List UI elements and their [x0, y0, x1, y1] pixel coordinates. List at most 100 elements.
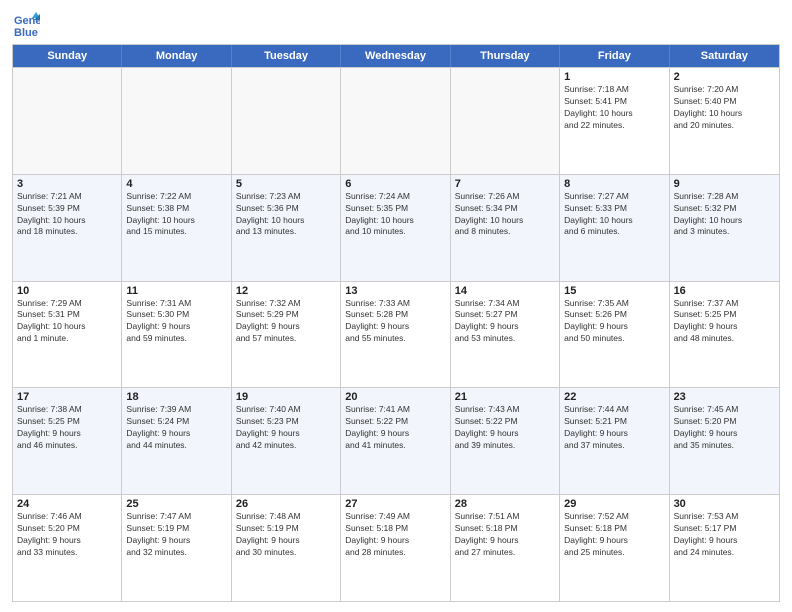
day-info: Sunrise: 7:38 AM Sunset: 5:25 PM Dayligh…: [17, 404, 117, 452]
calendar-cell: [341, 68, 450, 174]
weekday-header: Friday: [560, 45, 669, 67]
day-number: 29: [564, 498, 664, 510]
day-number: 13: [345, 285, 445, 297]
day-info: Sunrise: 7:24 AM Sunset: 5:35 PM Dayligh…: [345, 191, 445, 239]
page: General Blue SundayMondayTuesdayWednesda…: [0, 0, 792, 612]
day-number: 9: [674, 178, 775, 190]
calendar-cell: 7Sunrise: 7:26 AM Sunset: 5:34 PM Daylig…: [451, 175, 560, 281]
calendar-cell: 8Sunrise: 7:27 AM Sunset: 5:33 PM Daylig…: [560, 175, 669, 281]
day-info: Sunrise: 7:35 AM Sunset: 5:26 PM Dayligh…: [564, 298, 664, 346]
calendar-cell: 21Sunrise: 7:43 AM Sunset: 5:22 PM Dayli…: [451, 388, 560, 494]
day-number: 6: [345, 178, 445, 190]
calendar-cell: 30Sunrise: 7:53 AM Sunset: 5:17 PM Dayli…: [670, 495, 779, 601]
day-info: Sunrise: 7:18 AM Sunset: 5:41 PM Dayligh…: [564, 84, 664, 132]
day-number: 11: [126, 285, 226, 297]
calendar-cell: 9Sunrise: 7:28 AM Sunset: 5:32 PM Daylig…: [670, 175, 779, 281]
weekday-header: Sunday: [13, 45, 122, 67]
day-info: Sunrise: 7:21 AM Sunset: 5:39 PM Dayligh…: [17, 191, 117, 239]
day-number: 23: [674, 391, 775, 403]
calendar-cell: 24Sunrise: 7:46 AM Sunset: 5:20 PM Dayli…: [13, 495, 122, 601]
day-info: Sunrise: 7:37 AM Sunset: 5:25 PM Dayligh…: [674, 298, 775, 346]
day-info: Sunrise: 7:32 AM Sunset: 5:29 PM Dayligh…: [236, 298, 336, 346]
calendar-cell: 26Sunrise: 7:48 AM Sunset: 5:19 PM Dayli…: [232, 495, 341, 601]
day-number: 2: [674, 71, 775, 83]
day-info: Sunrise: 7:41 AM Sunset: 5:22 PM Dayligh…: [345, 404, 445, 452]
day-info: Sunrise: 7:29 AM Sunset: 5:31 PM Dayligh…: [17, 298, 117, 346]
day-info: Sunrise: 7:39 AM Sunset: 5:24 PM Dayligh…: [126, 404, 226, 452]
day-info: Sunrise: 7:47 AM Sunset: 5:19 PM Dayligh…: [126, 511, 226, 559]
calendar-cell: [13, 68, 122, 174]
day-number: 21: [455, 391, 555, 403]
calendar-cell: 5Sunrise: 7:23 AM Sunset: 5:36 PM Daylig…: [232, 175, 341, 281]
day-number: 4: [126, 178, 226, 190]
day-info: Sunrise: 7:31 AM Sunset: 5:30 PM Dayligh…: [126, 298, 226, 346]
weekday-header: Tuesday: [232, 45, 341, 67]
calendar-cell: 3Sunrise: 7:21 AM Sunset: 5:39 PM Daylig…: [13, 175, 122, 281]
weekday-header: Wednesday: [341, 45, 450, 67]
calendar-cell: 15Sunrise: 7:35 AM Sunset: 5:26 PM Dayli…: [560, 282, 669, 388]
day-number: 24: [17, 498, 117, 510]
calendar-cell: 17Sunrise: 7:38 AM Sunset: 5:25 PM Dayli…: [13, 388, 122, 494]
calendar-row: 24Sunrise: 7:46 AM Sunset: 5:20 PM Dayli…: [13, 494, 779, 601]
calendar-cell: 6Sunrise: 7:24 AM Sunset: 5:35 PM Daylig…: [341, 175, 450, 281]
calendar-cell: [122, 68, 231, 174]
calendar-cell: 29Sunrise: 7:52 AM Sunset: 5:18 PM Dayli…: [560, 495, 669, 601]
calendar-cell: 25Sunrise: 7:47 AM Sunset: 5:19 PM Dayli…: [122, 495, 231, 601]
calendar-cell: 1Sunrise: 7:18 AM Sunset: 5:41 PM Daylig…: [560, 68, 669, 174]
calendar-cell: 14Sunrise: 7:34 AM Sunset: 5:27 PM Dayli…: [451, 282, 560, 388]
calendar-cell: [451, 68, 560, 174]
day-number: 12: [236, 285, 336, 297]
calendar-cell: 22Sunrise: 7:44 AM Sunset: 5:21 PM Dayli…: [560, 388, 669, 494]
day-number: 3: [17, 178, 117, 190]
day-number: 27: [345, 498, 445, 510]
day-number: 10: [17, 285, 117, 297]
day-info: Sunrise: 7:44 AM Sunset: 5:21 PM Dayligh…: [564, 404, 664, 452]
day-number: 7: [455, 178, 555, 190]
day-number: 26: [236, 498, 336, 510]
day-number: 25: [126, 498, 226, 510]
day-number: 16: [674, 285, 775, 297]
day-number: 28: [455, 498, 555, 510]
calendar-row: 17Sunrise: 7:38 AM Sunset: 5:25 PM Dayli…: [13, 387, 779, 494]
calendar-cell: 27Sunrise: 7:49 AM Sunset: 5:18 PM Dayli…: [341, 495, 450, 601]
calendar-header: SundayMondayTuesdayWednesdayThursdayFrid…: [13, 45, 779, 67]
logo-icon: General Blue: [12, 10, 40, 38]
day-info: Sunrise: 7:46 AM Sunset: 5:20 PM Dayligh…: [17, 511, 117, 559]
day-info: Sunrise: 7:43 AM Sunset: 5:22 PM Dayligh…: [455, 404, 555, 452]
day-info: Sunrise: 7:49 AM Sunset: 5:18 PM Dayligh…: [345, 511, 445, 559]
day-info: Sunrise: 7:48 AM Sunset: 5:19 PM Dayligh…: [236, 511, 336, 559]
day-number: 20: [345, 391, 445, 403]
day-info: Sunrise: 7:33 AM Sunset: 5:28 PM Dayligh…: [345, 298, 445, 346]
day-number: 17: [17, 391, 117, 403]
day-number: 30: [674, 498, 775, 510]
day-number: 15: [564, 285, 664, 297]
day-info: Sunrise: 7:53 AM Sunset: 5:17 PM Dayligh…: [674, 511, 775, 559]
calendar-row: 3Sunrise: 7:21 AM Sunset: 5:39 PM Daylig…: [13, 174, 779, 281]
day-number: 18: [126, 391, 226, 403]
calendar-cell: 28Sunrise: 7:51 AM Sunset: 5:18 PM Dayli…: [451, 495, 560, 601]
day-info: Sunrise: 7:52 AM Sunset: 5:18 PM Dayligh…: [564, 511, 664, 559]
calendar-cell: 23Sunrise: 7:45 AM Sunset: 5:20 PM Dayli…: [670, 388, 779, 494]
day-info: Sunrise: 7:23 AM Sunset: 5:36 PM Dayligh…: [236, 191, 336, 239]
logo: General Blue: [12, 10, 44, 38]
day-number: 1: [564, 71, 664, 83]
day-number: 8: [564, 178, 664, 190]
weekday-header: Saturday: [670, 45, 779, 67]
calendar-cell: 18Sunrise: 7:39 AM Sunset: 5:24 PM Dayli…: [122, 388, 231, 494]
calendar-cell: 2Sunrise: 7:20 AM Sunset: 5:40 PM Daylig…: [670, 68, 779, 174]
calendar-cell: 19Sunrise: 7:40 AM Sunset: 5:23 PM Dayli…: [232, 388, 341, 494]
day-info: Sunrise: 7:20 AM Sunset: 5:40 PM Dayligh…: [674, 84, 775, 132]
weekday-header: Monday: [122, 45, 231, 67]
calendar-cell: [232, 68, 341, 174]
day-info: Sunrise: 7:45 AM Sunset: 5:20 PM Dayligh…: [674, 404, 775, 452]
calendar-cell: 16Sunrise: 7:37 AM Sunset: 5:25 PM Dayli…: [670, 282, 779, 388]
calendar-row: 10Sunrise: 7:29 AM Sunset: 5:31 PM Dayli…: [13, 281, 779, 388]
day-info: Sunrise: 7:40 AM Sunset: 5:23 PM Dayligh…: [236, 404, 336, 452]
calendar: SundayMondayTuesdayWednesdayThursdayFrid…: [12, 44, 780, 602]
svg-text:Blue: Blue: [14, 27, 38, 38]
calendar-cell: 13Sunrise: 7:33 AM Sunset: 5:28 PM Dayli…: [341, 282, 450, 388]
day-info: Sunrise: 7:34 AM Sunset: 5:27 PM Dayligh…: [455, 298, 555, 346]
day-info: Sunrise: 7:51 AM Sunset: 5:18 PM Dayligh…: [455, 511, 555, 559]
day-number: 14: [455, 285, 555, 297]
calendar-row: 1Sunrise: 7:18 AM Sunset: 5:41 PM Daylig…: [13, 67, 779, 174]
